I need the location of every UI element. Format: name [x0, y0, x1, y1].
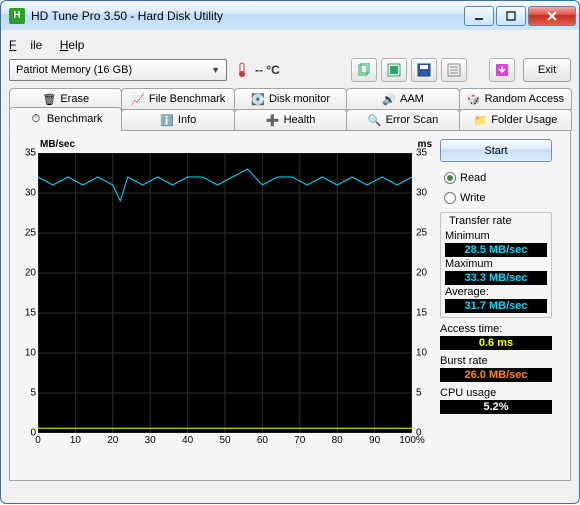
drive-select-value: Patriot Memory (16 GB) — [16, 64, 132, 76]
copy-screenshot-button[interactable] — [381, 58, 407, 82]
max-value: 33.3 MB/sec — [445, 271, 547, 285]
toolbar: Patriot Memory (16 GB) ▼ -- °C Exit — [9, 58, 571, 82]
tab-health[interactable]: ➕Health — [234, 109, 347, 131]
cpu-value: 5.2% — [440, 400, 552, 414]
drive-select[interactable]: Patriot Memory (16 GB) ▼ — [9, 59, 227, 81]
trash-icon: 🗑 — [42, 92, 56, 106]
tab-info[interactable]: ℹ️Info — [121, 109, 234, 131]
y-axis-left-label: MB/sec — [40, 139, 75, 150]
title-bar: H HD Tune Pro 3.50 - Hard Disk Utility — [0, 0, 580, 30]
tab-strip: 🗑Erase 📈File Benchmark 💽Disk monitor 🔊AA… — [9, 88, 571, 481]
benchmark-chart — [38, 153, 412, 433]
tab-random-access[interactable]: 🎲Random Access — [459, 88, 572, 110]
min-label: Minimum — [445, 230, 547, 242]
transfer-rate-group: Transfer rate Minimum 28.5 MB/sec Maximu… — [440, 212, 552, 318]
chevron-down-icon: ▼ — [211, 65, 220, 75]
info-icon: ℹ️ — [160, 113, 174, 127]
app-icon: H — [9, 8, 25, 24]
disk-icon: 💽 — [251, 92, 265, 106]
read-radio[interactable]: Read — [440, 170, 552, 186]
access-value: 0.6 ms — [440, 336, 552, 350]
copy-info-button[interactable] — [351, 58, 377, 82]
start-button[interactable]: Start — [440, 139, 552, 162]
access-label: Access time: — [440, 323, 552, 335]
tab-disk-monitor[interactable]: 💽Disk monitor — [234, 88, 347, 110]
temperature-value: -- °C — [255, 63, 280, 77]
cpu-label: CPU usage — [440, 387, 552, 399]
write-radio[interactable]: Write — [440, 190, 552, 206]
magnifier-icon: 🔍 — [368, 113, 382, 127]
maximize-button[interactable] — [496, 6, 526, 26]
window-title: HD Tune Pro 3.50 - Hard Disk Utility — [31, 9, 463, 23]
burst-value: 26.0 MB/sec — [440, 368, 552, 382]
exit-button[interactable]: Exit — [523, 58, 571, 82]
tab-folder-usage[interactable]: 📁Folder Usage — [459, 109, 572, 131]
radio-dot-icon — [444, 172, 456, 184]
save-button[interactable] — [411, 58, 437, 82]
tab-error-scan[interactable]: 🔍Error Scan — [346, 109, 459, 131]
max-label: Maximum — [445, 258, 547, 270]
tab-file-benchmark[interactable]: 📈File Benchmark — [121, 88, 234, 110]
min-value: 28.5 MB/sec — [445, 243, 547, 257]
radio-dot-icon — [444, 192, 456, 204]
random-icon: 🎲 — [467, 92, 481, 106]
file-chart-icon: 📈 — [131, 92, 145, 106]
options-button[interactable] — [441, 58, 467, 82]
close-button[interactable] — [528, 6, 576, 26]
folder-icon: 📁 — [473, 113, 487, 127]
tab-benchmark[interactable]: ⏱Benchmark — [9, 107, 122, 131]
chart-area: MB/sec ms 35302520151050 35302520151050 … — [18, 139, 432, 472]
avg-value: 31.7 MB/sec — [445, 299, 547, 313]
window-controls — [463, 6, 577, 26]
menu-file[interactable]: File — [9, 38, 42, 52]
window-body: File Help Patriot Memory (16 GB) ▼ -- °C… — [0, 30, 580, 504]
burst-label: Burst rate — [440, 355, 552, 367]
benchmark-panel: MB/sec ms 35302520151050 35302520151050 … — [9, 131, 571, 481]
gauge-icon: ⏱ — [29, 112, 43, 126]
avg-label: Average: — [445, 286, 547, 298]
health-icon: ➕ — [266, 113, 280, 127]
minimize-button[interactable] — [464, 6, 494, 26]
thermometer-icon — [235, 61, 249, 79]
speaker-icon: 🔊 — [382, 92, 396, 106]
results-panel: Start Read Write Transfer rate Minimum 2… — [440, 139, 552, 472]
menu-help[interactable]: Help — [60, 38, 85, 52]
download-button[interactable] — [489, 58, 515, 82]
tab-aam[interactable]: 🔊AAM — [346, 88, 459, 110]
menu-bar: File Help — [9, 36, 571, 58]
